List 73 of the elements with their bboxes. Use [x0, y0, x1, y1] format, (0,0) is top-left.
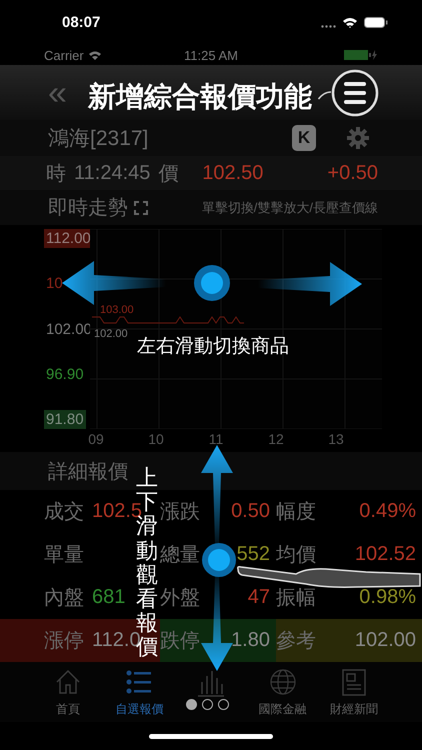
- tab[interactable]: 自選報價: [104, 662, 176, 722]
- back-button[interactable]: «: [48, 76, 67, 110]
- axis-label: 91.80: [44, 410, 86, 429]
- tutorial-title: 新增綜合報價功能: [88, 79, 312, 115]
- quote-value: 0.50: [231, 500, 270, 523]
- right-arrow-icon: [258, 262, 362, 306]
- globe-icon: [268, 668, 297, 697]
- price-label: 103.00: [100, 304, 134, 316]
- section-title: 詳細報價: [48, 460, 128, 484]
- fullscreen-icon: [134, 200, 148, 214]
- axis-label: 10: [147, 431, 165, 447]
- quote-label: 漲跌: [160, 500, 201, 525]
- signal-icon: [321, 25, 336, 28]
- axis-label: 12: [267, 431, 285, 447]
- quote-label: 跌停: [160, 629, 201, 654]
- leader-line: [318, 90, 331, 100]
- price-label: 價: [158, 162, 178, 186]
- clock-time: 08:07: [62, 14, 100, 31]
- section-title: 即時走勢: [48, 196, 128, 221]
- wifi-icon: [88, 50, 102, 60]
- wifi-icon: [342, 16, 358, 28]
- bar-chart-icon: [196, 668, 225, 697]
- time-label: 時: [46, 162, 66, 186]
- quote-value: 0.98%: [359, 586, 416, 609]
- quote-label: 單量: [44, 543, 85, 568]
- page-dot[interactable]: [202, 699, 213, 710]
- tab[interactable]: 首頁: [32, 662, 104, 722]
- stock-name: 鴻海[2317]: [48, 126, 150, 152]
- axis-label: 10: [45, 274, 64, 294]
- chart-hint: 單擊切換/雙擊放大/長壓查價線: [202, 198, 378, 216]
- menu-icon: [331, 69, 379, 117]
- k-chart-button[interactable]: K: [292, 125, 316, 151]
- price-change: +0.50: [327, 162, 378, 184]
- axis-label: 13: [327, 431, 345, 447]
- up-arrow-icon: [201, 445, 233, 545]
- newspaper-icon: [340, 668, 368, 697]
- touch-point-icon: [202, 543, 236, 577]
- left-arrow-icon: [62, 261, 166, 305]
- carrier-name: Carrier: [44, 48, 84, 62]
- battery-icon: [364, 17, 388, 28]
- axis-label: 11: [208, 431, 224, 447]
- page-dot[interactable]: [218, 699, 229, 710]
- quote-label: 總量: [160, 543, 201, 568]
- quote-value: 552: [236, 543, 270, 566]
- home-icon: [54, 668, 82, 697]
- quote-value: 102.00: [354, 629, 416, 652]
- quote-label: 均價: [276, 543, 317, 568]
- clock-time: 11:25 AM: [184, 48, 239, 62]
- axis-label: 112.00: [44, 229, 93, 248]
- down-arrow-icon: [201, 575, 233, 671]
- quote-value: 1.80: [231, 629, 270, 652]
- touch-point-icon: [194, 265, 230, 301]
- quote-value: 47: [248, 586, 270, 609]
- tab[interactable]: 國際金融: [246, 662, 318, 722]
- price-label: 102.00: [94, 328, 128, 340]
- quote-label: 外盤: [160, 586, 201, 611]
- quote-time: 11:24:45: [74, 162, 150, 184]
- tab[interactable]: 財經新聞: [318, 662, 390, 722]
- quote-label: 內盤: [44, 586, 85, 611]
- quote-label: 振幅: [276, 586, 317, 611]
- axis-label: 102.00: [45, 320, 93, 338]
- axis-label: 96.90: [45, 364, 85, 384]
- quote-value: 0.49%: [359, 500, 416, 523]
- quote-label: 漲停: [44, 629, 85, 654]
- quote-label: 成交: [44, 500, 85, 525]
- quote-label: 參考: [276, 629, 317, 654]
- battery-icon: [344, 50, 378, 60]
- quote-value: 681: [92, 586, 126, 609]
- swipe-hint: 左右滑動切換商品: [137, 334, 289, 359]
- quote-value: 102.52: [354, 543, 416, 566]
- quote-label: 幅度: [276, 500, 317, 525]
- axis-label: 09: [87, 431, 105, 447]
- last-price: 102.50: [202, 162, 264, 184]
